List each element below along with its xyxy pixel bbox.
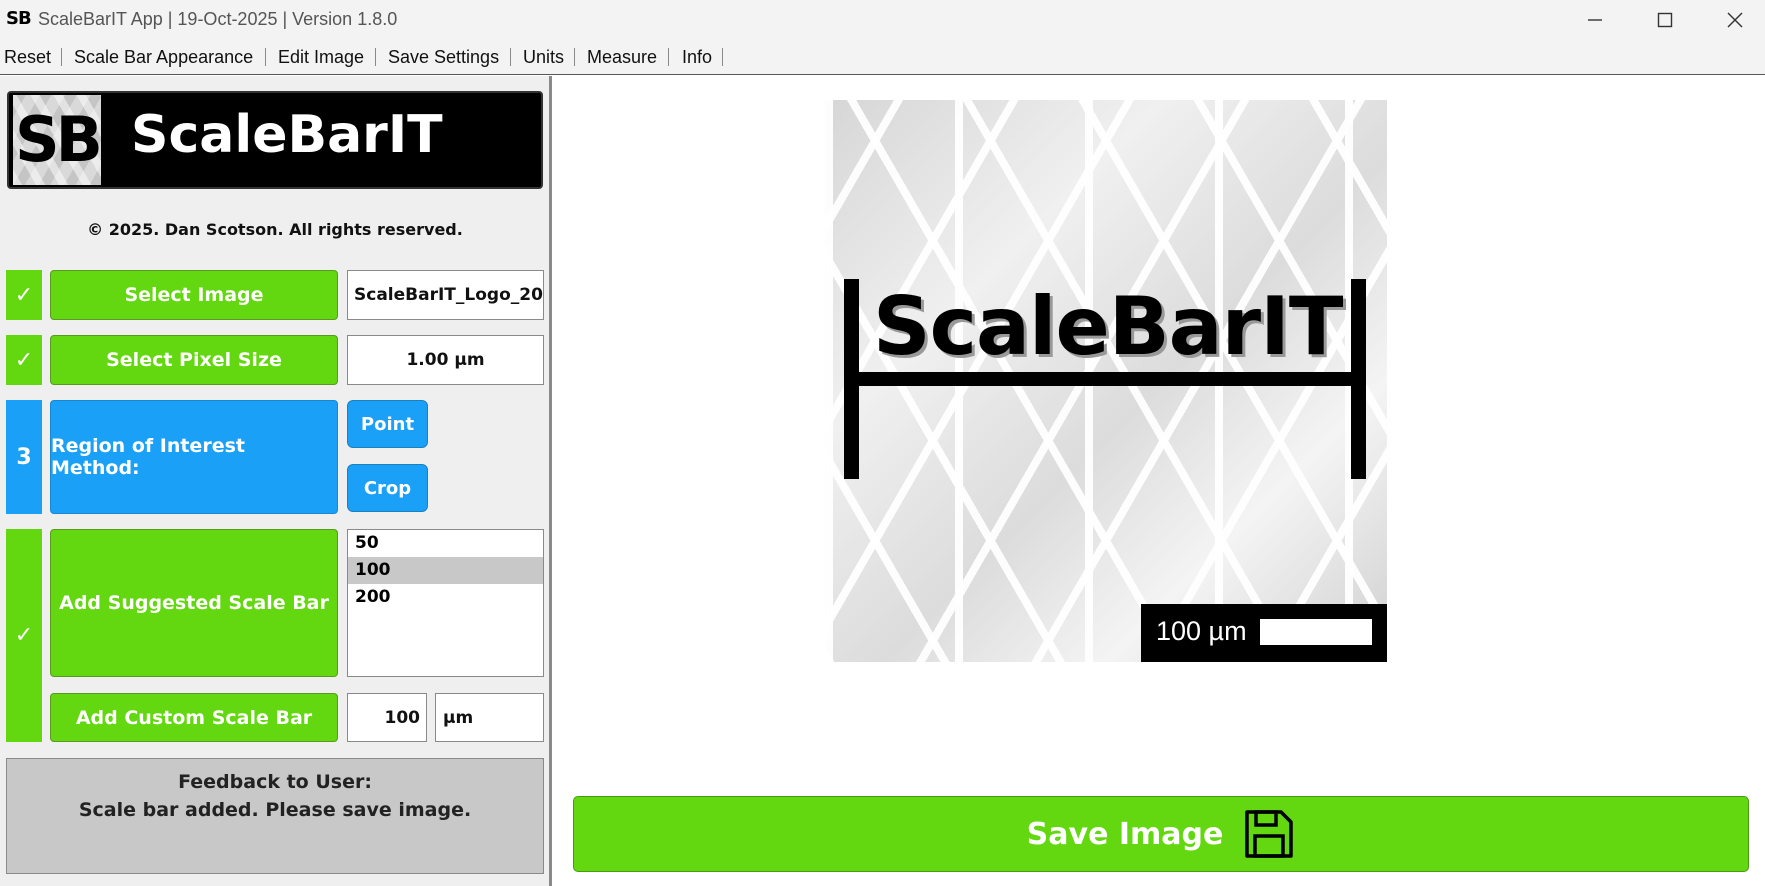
- title-bar: SB ScaleBarIT App | 19-Oct-2025 | Versio…: [0, 0, 1765, 40]
- feedback-box: Feedback to User: Scale bar added. Pleas…: [6, 758, 544, 874]
- close-icon: [1727, 12, 1743, 28]
- pixel-size-field[interactable]: 1.00 µm: [347, 335, 544, 385]
- feedback-title: Feedback to User:: [178, 771, 372, 793]
- menu-edit-image[interactable]: Edit Image: [278, 47, 364, 68]
- select-image-button[interactable]: Select Image: [50, 270, 338, 320]
- scale-option-selected[interactable]: 100: [348, 557, 543, 584]
- control-panel: SB ScaleBarIT © 2025. Dan Scotson. All r…: [0, 76, 552, 886]
- maximize-icon: [1657, 12, 1673, 28]
- menu-separator: [510, 48, 511, 66]
- menu-info[interactable]: Info: [682, 47, 712, 68]
- menu-bar: Reset Scale Bar Appearance Edit Image Sa…: [0, 40, 1765, 75]
- custom-scale-value-input[interactable]: 100: [347, 693, 427, 742]
- roi-point-button[interactable]: Point: [347, 400, 428, 448]
- scale-bar-label: 100 µm: [1156, 616, 1247, 646]
- scale-option[interactable]: 200: [348, 584, 543, 611]
- menu-scale-bar-appearance[interactable]: Scale Bar Appearance: [74, 47, 253, 68]
- menu-measure[interactable]: Measure: [587, 47, 657, 68]
- add-custom-scale-bar-button[interactable]: Add Custom Scale Bar: [50, 693, 338, 742]
- roi-method-label: Region of Interest Method:: [50, 400, 338, 514]
- roi-crop-button[interactable]: Crop: [347, 464, 428, 512]
- menu-reset[interactable]: Reset: [4, 47, 51, 68]
- menu-separator: [265, 48, 266, 66]
- step-status-select-image: ✓: [6, 270, 42, 320]
- step-status-pixel-size: ✓: [6, 335, 42, 385]
- select-pixel-size-button[interactable]: Select Pixel Size: [50, 335, 338, 385]
- save-image-button[interactable]: Save Image: [573, 796, 1749, 872]
- scale-option[interactable]: 50: [348, 530, 543, 557]
- image-filename-field[interactable]: ScaleBarIT_Logo_20: [347, 270, 544, 320]
- window-title: ScaleBarIT App | 19-Oct-2025 | Version 1…: [38, 9, 398, 29]
- copyright-text: © 2025. Dan Scotson. All rights reserved…: [87, 220, 463, 239]
- image-preview: ScaleBarIT 100 µm: [825, 100, 1387, 662]
- menu-units[interactable]: Units: [523, 47, 564, 68]
- close-button[interactable]: [1700, 0, 1765, 40]
- preview-logo-text: ScaleBarIT: [873, 280, 1343, 373]
- scale-bar-line: [1260, 619, 1372, 645]
- logo-icon: SB: [13, 95, 103, 185]
- minimize-button[interactable]: [1560, 0, 1630, 40]
- scale-bar-overlay: 100 µm: [1141, 604, 1387, 662]
- logo-text: ScaleBarIT: [131, 105, 443, 165]
- step-status-scale-bar: ✓: [6, 529, 42, 742]
- suggested-scale-listbox[interactable]: 50 100 200: [347, 529, 544, 677]
- logo-banner: SB ScaleBarIT: [7, 91, 543, 189]
- save-image-label: Save Image: [1026, 816, 1224, 852]
- menu-separator: [61, 48, 62, 66]
- menu-separator: [375, 48, 376, 66]
- maximize-button[interactable]: [1630, 0, 1700, 40]
- preview-bracket-bar: [844, 372, 1366, 386]
- custom-scale-unit-input[interactable]: µm: [435, 693, 544, 742]
- menu-separator: [668, 48, 669, 66]
- floppy-disk-icon: [1245, 810, 1294, 858]
- minimize-icon: [1588, 19, 1602, 21]
- add-suggested-scale-bar-button[interactable]: Add Suggested Scale Bar: [50, 529, 338, 677]
- app-icon: SB: [6, 8, 32, 29]
- step-status-roi: 3: [6, 400, 42, 514]
- menu-save-settings[interactable]: Save Settings: [388, 47, 499, 68]
- menu-separator: [722, 48, 723, 66]
- feedback-message: Scale bar added. Please save image.: [78, 799, 472, 821]
- menu-separator: [574, 48, 575, 66]
